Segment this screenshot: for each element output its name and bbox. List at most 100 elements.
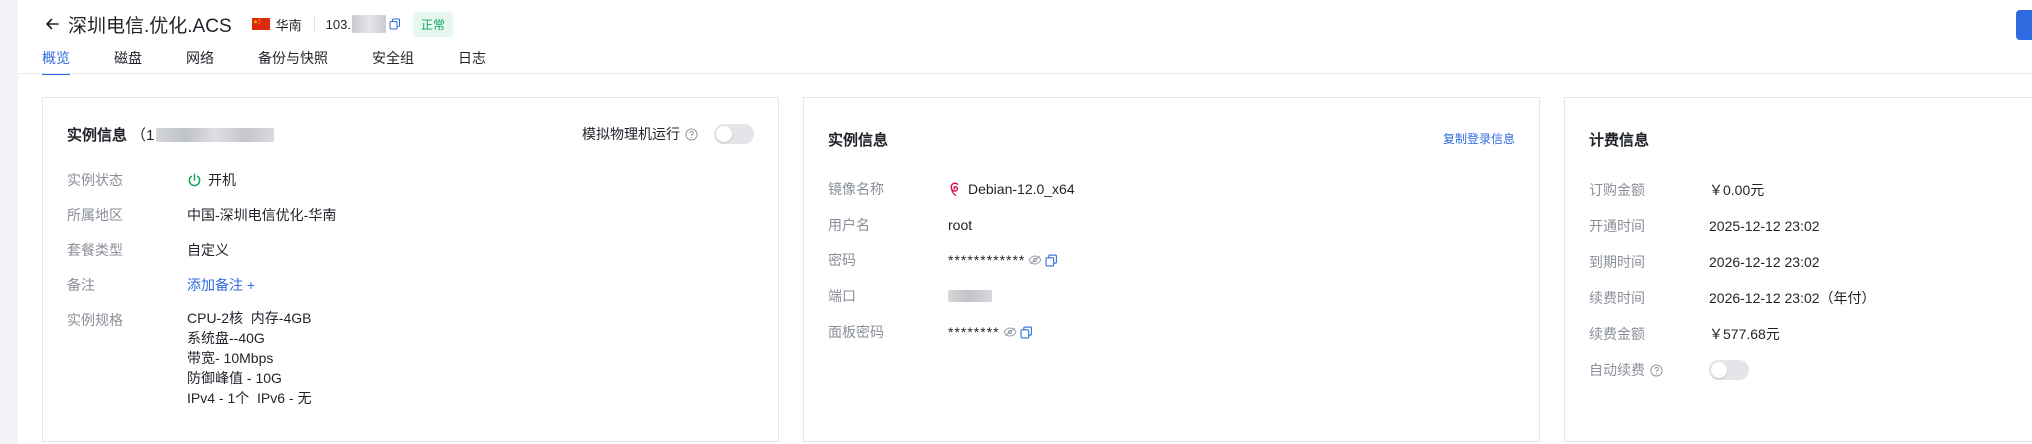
field-value: 2025-12-12 23:02	[1709, 218, 1820, 234]
login-info-card: 实例信息 复制登录信息 镜像名称 Debian-12.0_x64 用户名 roo…	[803, 97, 1540, 442]
field-value: 开机	[187, 170, 236, 190]
field-label: 到期时间	[1589, 254, 1645, 270]
card-title-text: 实例信息	[67, 127, 128, 144]
help-icon[interactable]	[1650, 363, 1663, 377]
tab-overview[interactable]: 概览	[42, 48, 70, 75]
divider	[313, 17, 315, 31]
auto-renew-label: 自动续费	[1589, 362, 1645, 378]
field-label: 续费金额	[1589, 326, 1645, 342]
field-open-time: 开通时间 2025-12-12 23:02	[1589, 216, 1820, 236]
field-value: ************	[948, 250, 1058, 270]
ip-address: 103.	[326, 15, 401, 33]
field-value: ￥0.00元	[1709, 182, 1765, 198]
simulate-physical-setting: 模拟物理机运行	[582, 124, 754, 144]
field-username: 用户名 root	[828, 215, 972, 235]
tab-disk[interactable]: 磁盘	[114, 48, 142, 74]
field-label: 镜像名称	[828, 181, 884, 197]
field-label: 订购金额	[1589, 182, 1645, 198]
field-label: 套餐类型	[67, 242, 123, 258]
simulate-physical-label: 模拟物理机运行	[582, 126, 680, 142]
field-renew-amount: 续费金额 ￥577.68元	[1589, 324, 1780, 344]
field-value	[948, 286, 992, 306]
field-label: 密码	[828, 252, 856, 268]
state-value: 开机	[208, 172, 236, 188]
field-value: 2026-12-12 23:02（年付）	[1709, 290, 1876, 306]
field-plan-type: 套餐类型 自定义	[67, 240, 229, 260]
china-flag-icon	[251, 18, 270, 30]
field-value: ￥577.68元	[1709, 326, 1780, 342]
spec-line: IPv4 - 1个 IPv6 - 无	[187, 390, 312, 406]
page-header: 深圳电信.优化.ACS 华南 103. 正常	[42, 11, 453, 37]
instance-id-prefix: （1	[131, 127, 155, 144]
back-arrow-icon[interactable]	[42, 14, 62, 34]
billing-info-card: 计费信息 订购金额 ￥0.00元 开通时间 2025-12-12 23:02 到…	[1564, 97, 2032, 442]
eye-icon[interactable]	[1028, 255, 1042, 265]
field-value: 自定义	[187, 242, 229, 258]
field-label: 所属地区	[67, 207, 123, 223]
instance-id-redacted	[156, 127, 275, 142]
field-value: 2026-12-12 23:02	[1709, 254, 1820, 270]
ip-prefix: 103.	[325, 16, 351, 32]
spec-list: CPU-2核 内存-4GB 系统盘--40G 带宽- 10Mbps 防御峰值 -…	[187, 308, 311, 408]
tabs-divider	[18, 73, 2032, 74]
field-panel-password: 面板密码 ********	[828, 322, 1033, 342]
field-password: 密码 ************	[828, 250, 1058, 270]
field-label: 实例规格	[67, 312, 123, 328]
field-value: 中国-深圳电信优化-华南	[187, 207, 337, 223]
field-instance-state: 实例状态 开机	[67, 170, 236, 190]
tab-bar: 概览 磁盘 网络 备份与快照 安全组 日志	[42, 48, 530, 75]
auto-renew-toggle[interactable]	[1709, 360, 1749, 380]
add-note-link[interactable]: 添加备注 +	[187, 275, 255, 295]
field-label: 实例状态	[67, 172, 123, 188]
action-button[interactable]	[2016, 10, 2032, 40]
panel-password-masked: ********	[948, 324, 1000, 340]
field-image: 镜像名称 Debian-12.0_x64	[828, 179, 1075, 199]
spec-line: 系统盘--40G	[187, 330, 265, 346]
tab-logs[interactable]: 日志	[458, 48, 486, 74]
field-value: ********	[948, 322, 1033, 342]
field-expire-time: 到期时间 2026-12-12 23:02	[1589, 252, 1820, 272]
field-renew-time: 续费时间 2026-12-12 23:02（年付）	[1589, 288, 1876, 308]
field-label: 端口	[828, 288, 856, 304]
image-value: Debian-12.0_x64	[968, 181, 1075, 197]
simulate-physical-toggle[interactable]	[714, 124, 754, 144]
help-icon[interactable]	[685, 127, 698, 141]
field-note: 备注 添加备注 +	[67, 275, 255, 295]
copy-login-info-link[interactable]: 复制登录信息	[1443, 130, 1515, 147]
field-label: 开通时间	[1589, 218, 1645, 234]
card-title: 计费信息	[1589, 132, 1650, 149]
copy-icon[interactable]	[1045, 254, 1058, 267]
spec-line: CPU-2核 内存-4GB	[187, 310, 312, 326]
tab-backup-snapshot[interactable]: 备份与快照	[258, 48, 328, 74]
field-value: root	[948, 217, 973, 233]
password-masked: ************	[948, 252, 1026, 268]
field-label: 面板密码	[828, 324, 884, 340]
instance-info-card: 实例信息 （1 模拟物理机运行 实例状态 开机 所属地区 中国-深圳电信优化-华…	[42, 97, 779, 442]
region-text: 华南	[275, 17, 302, 33]
field-label: 用户名	[828, 217, 870, 233]
card-title: 实例信息 （1	[67, 124, 275, 145]
tab-security-group[interactable]: 安全组	[372, 48, 414, 74]
spec-line: 带宽- 10Mbps	[187, 350, 274, 366]
field-label: 自动续费	[1589, 360, 1709, 380]
field-region: 所属地区 中国-深圳电信优化-华南	[67, 205, 336, 225]
card-title: 实例信息	[828, 132, 889, 149]
copy-icon[interactable]	[1020, 326, 1033, 339]
field-order-amount: 订购金额 ￥0.00元	[1589, 180, 1764, 200]
field-label: 续费时间	[1589, 290, 1645, 306]
page: 深圳电信.优化.ACS 华南 103. 正常 概览 磁盘 网络 备份与快照 安全…	[18, 0, 2032, 444]
page-title: 深圳电信.优化.ACS	[68, 15, 232, 37]
status-badge: 正常	[412, 11, 453, 37]
debian-icon	[948, 181, 962, 197]
field-instance-spec: 实例规格 CPU-2核 内存-4GB 系统盘--40G 带宽- 10Mbps 防…	[67, 310, 311, 408]
field-port: 端口	[828, 286, 992, 306]
port-redacted	[948, 290, 992, 302]
power-icon	[187, 173, 202, 188]
tab-network[interactable]: 网络	[186, 48, 214, 74]
field-value: Debian-12.0_x64	[948, 179, 1075, 199]
ip-redacted	[351, 15, 386, 33]
field-auto-renew: 自动续费	[1589, 360, 1749, 380]
copy-icon[interactable]	[389, 18, 401, 30]
eye-icon[interactable]	[1003, 327, 1017, 337]
field-label: 备注	[67, 277, 95, 293]
